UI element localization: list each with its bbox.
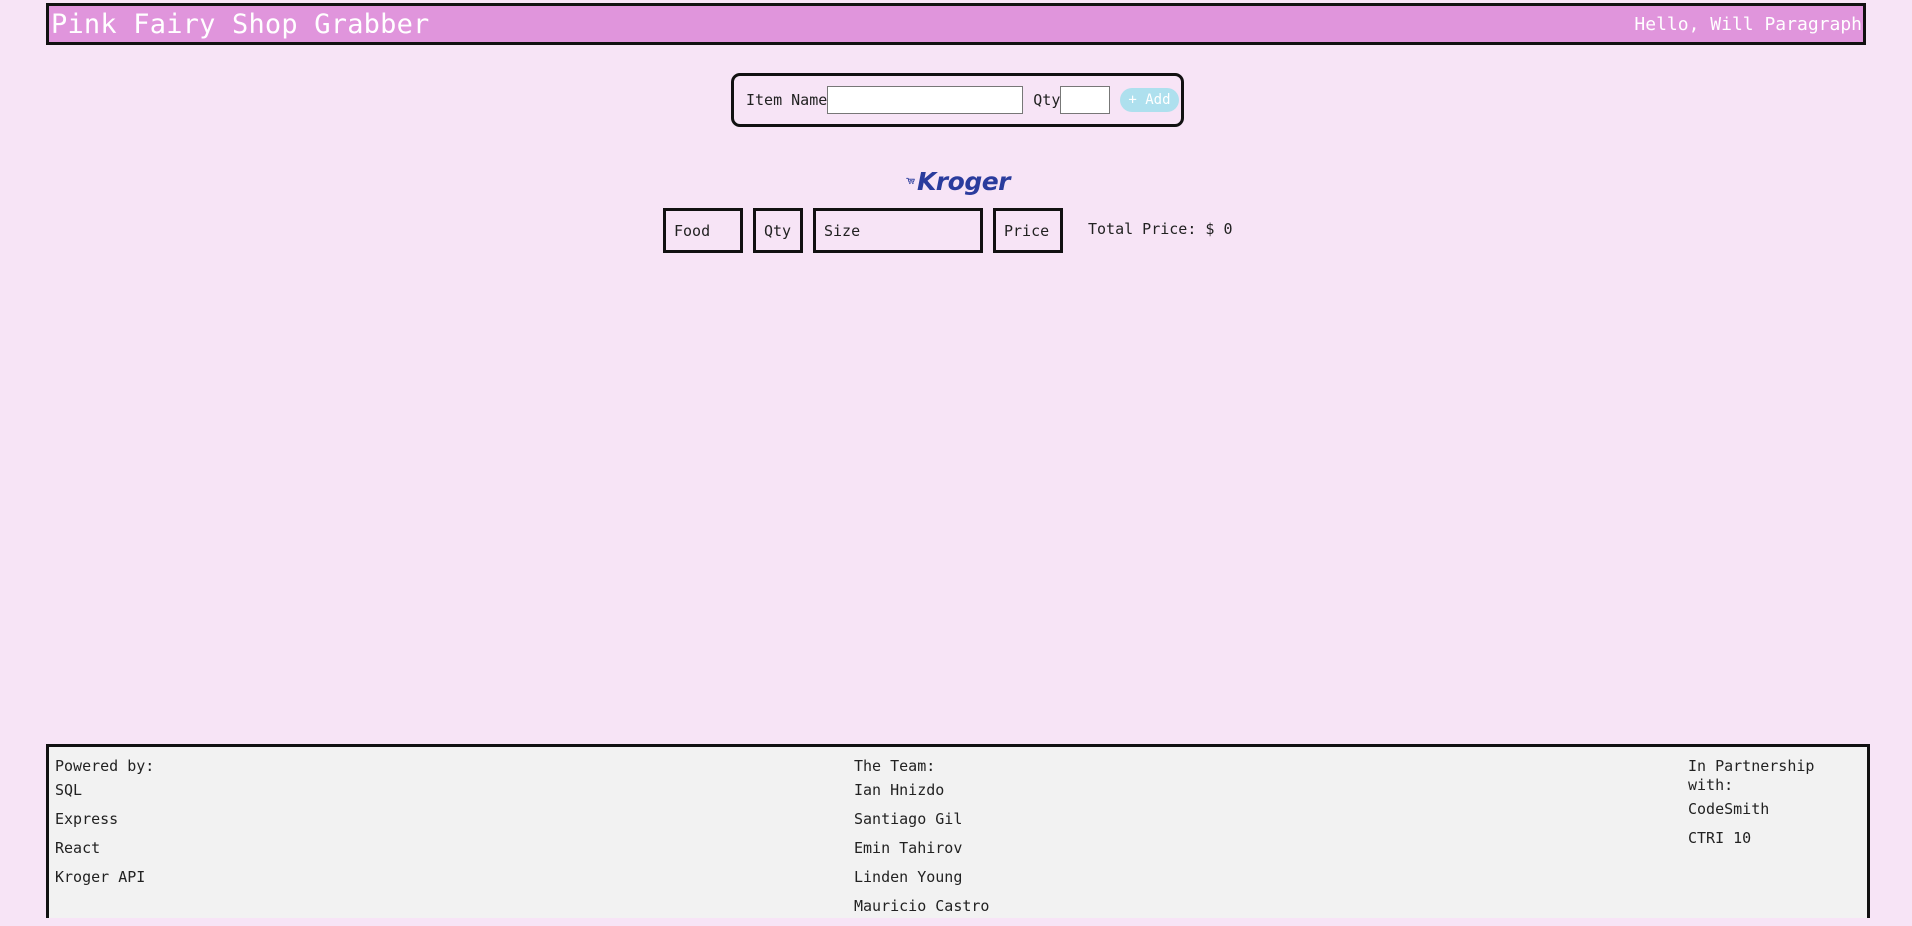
column-header-label: Food: [674, 221, 711, 240]
team-member: Ian Hnizdo: [854, 781, 945, 799]
partner-item: CTRI 10: [1688, 829, 1752, 847]
kroger-logo-text: Kroger: [916, 166, 1011, 196]
app-header: Pink Fairy Shop Grabber Hello, Will Para…: [46, 3, 1866, 45]
user-greeting: Hello, Will Paragraph: [1634, 13, 1862, 35]
team-member: Linden Young: [854, 868, 963, 886]
kroger-logo: Kroger: [906, 162, 1011, 200]
powered-by-item: SQL: [55, 781, 83, 799]
page-footer: Powered by: SQL Express React Kroger API…: [46, 744, 1870, 918]
column-header-price: Price: [993, 208, 1063, 253]
item-name-label: Item Name: [746, 91, 828, 109]
team-section: The Team: Ian Hnizdo Santiago Gil Emin T…: [854, 757, 989, 926]
add-item-form: Item Name Qty + Add: [731, 73, 1184, 127]
item-name-input[interactable]: [827, 86, 1024, 114]
powered-by-section: Powered by: SQL Express React Kroger API: [55, 757, 154, 897]
powered-by-item: React: [55, 839, 101, 857]
app-title: Pink Fairy Shop Grabber: [51, 8, 430, 40]
team-heading: The Team:: [854, 757, 936, 775]
currency-symbol: $: [1205, 220, 1215, 238]
team-member: Mauricio Castro: [854, 897, 990, 915]
qty-label: Qty: [1033, 91, 1061, 109]
partner-item: CodeSmith: [1688, 800, 1770, 818]
shopping-cart-smile-icon: [906, 177, 915, 185]
column-header-size: Size: [813, 208, 983, 253]
team-member: Santiago Gil: [854, 810, 963, 828]
column-header-label: Qty: [764, 221, 792, 240]
column-header-label: Size: [824, 221, 861, 240]
powered-by-item: Express: [55, 810, 119, 828]
powered-by-heading: Powered by:: [55, 757, 155, 775]
column-header-qty: Qty: [753, 208, 803, 253]
column-header-food: Food: [663, 208, 743, 253]
partnership-heading: In Partnership with:: [1688, 757, 1815, 794]
column-header-label: Price: [1004, 221, 1050, 240]
total-price-value: 0: [1223, 220, 1233, 238]
total-price: Total Price: $ 0: [1088, 220, 1233, 238]
add-button[interactable]: + Add: [1120, 88, 1179, 112]
team-member: Emin Tahirov: [854, 839, 963, 857]
partnership-section: In Partnership with: CodeSmith CTRI 10: [1688, 757, 1867, 858]
powered-by-item: Kroger API: [55, 868, 146, 886]
qty-input[interactable]: [1060, 86, 1111, 114]
total-price-label: Total Price:: [1088, 220, 1197, 238]
